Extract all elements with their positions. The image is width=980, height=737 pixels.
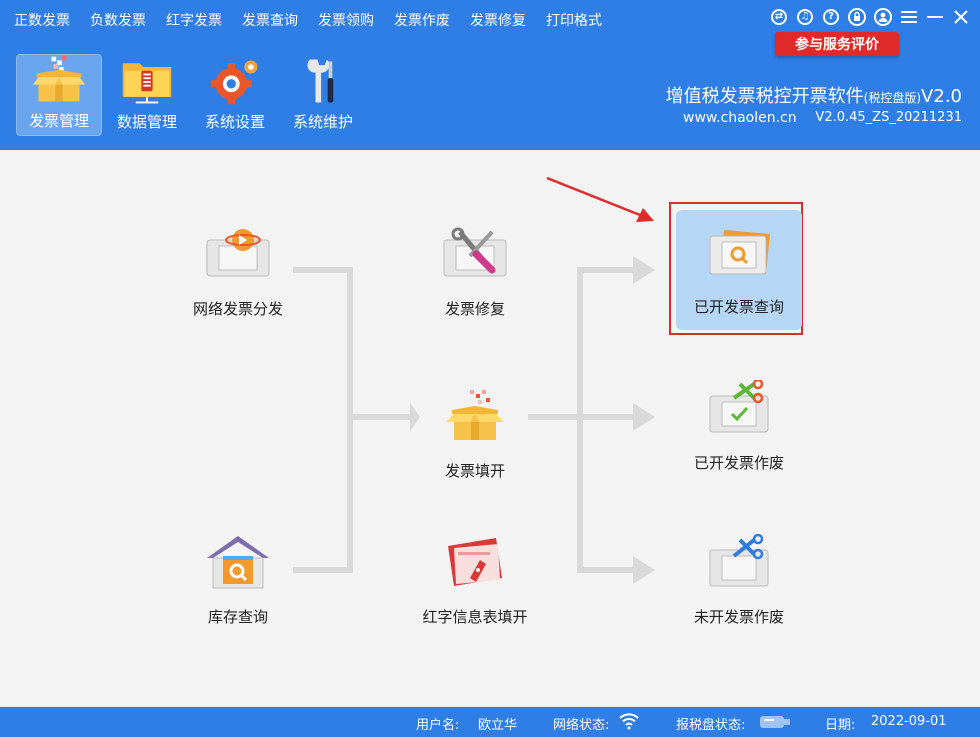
- scissors-check-icon: [704, 378, 774, 438]
- app-header: 正数发票 负数发票 红字发票 发票查询 发票领购 发票作废 发票修复 打印格式 …: [0, 0, 980, 150]
- tax-disk-status-label: 报税盘状态:: [676, 718, 746, 733]
- network-status-label: 网络状态:: [553, 718, 610, 733]
- menu-print-format[interactable]: 打印格式: [546, 10, 602, 30]
- function-red-info-fill[interactable]: 红字信息表填开: [412, 520, 538, 640]
- service-evaluation-button[interactable]: 参与服务评价: [775, 32, 899, 56]
- toolbar-system-maintenance[interactable]: 系统维护: [280, 54, 366, 136]
- menu-negative-invoice[interactable]: 负数发票: [90, 10, 146, 30]
- tax-disk-icon: [759, 714, 791, 734]
- menu-bar: 正数发票 负数发票 红字发票 发票查询 发票领购 发票作废 发票修复 打印格式: [0, 0, 622, 40]
- menu-invoice-void[interactable]: 发票作废: [394, 10, 450, 30]
- close-icon[interactable]: [952, 8, 970, 26]
- function-unissued-invoice-void[interactable]: 未开发票作废: [676, 520, 802, 640]
- status-bar: 用户名: 欧立华 网络状态: 报税盘状态: 日期: 2022-09-01: [0, 707, 980, 737]
- menu-red-invoice[interactable]: 红字发票: [166, 10, 222, 30]
- function-issued-invoice-void[interactable]: 已开发票作废: [676, 366, 802, 486]
- app-title: 增值税发票税控开票软件(税控盘版)V2.0: [665, 86, 962, 107]
- window-controls: ⇄ ♫ ?: [762, 8, 970, 26]
- lock-icon[interactable]: [848, 8, 866, 26]
- function-issued-invoice-query[interactable]: 已开发票查询: [676, 210, 802, 330]
- user-name-label: 用户名:: [416, 718, 460, 733]
- toolbar-data-management[interactable]: 数据管理: [104, 54, 190, 136]
- headset-icon[interactable]: ♫: [796, 8, 814, 26]
- tools-icon: [295, 55, 351, 107]
- app-website: www.chaolen.cn: [683, 110, 797, 126]
- function-invoice-repair[interactable]: 发票修复: [412, 212, 538, 332]
- date-label: 日期:: [825, 718, 856, 733]
- warehouse-search-icon: [203, 532, 273, 592]
- menu-invoice-purchase[interactable]: 发票领购: [318, 10, 374, 30]
- open-box-icon: [440, 386, 510, 446]
- transfer-icon[interactable]: ⇄: [770, 8, 788, 26]
- invoice-search-icon: [704, 222, 774, 282]
- minimize-icon[interactable]: [926, 8, 944, 26]
- main-toolbar: 发票管理 数据管理 系统设置 系统维护: [16, 54, 368, 136]
- main-flow-panel: 网络发票分发 库存查询 发票修复 发票填开 红字信息表填开 已开发票查询 已开发…: [0, 150, 980, 707]
- function-inventory-query[interactable]: 库存查询: [175, 520, 301, 640]
- menu-icon[interactable]: [900, 8, 918, 26]
- user-name-value: 欧立华: [478, 718, 518, 733]
- app-version: V2.0.45_ZS_20211231: [815, 110, 962, 125]
- gear-icon: [207, 55, 263, 107]
- folder-icon: [119, 55, 175, 107]
- function-network-distribute[interactable]: 网络发票分发: [175, 212, 301, 332]
- help-icon[interactable]: ?: [822, 8, 840, 26]
- menu-positive-invoice[interactable]: 正数发票: [14, 10, 70, 30]
- wifi-icon: [619, 712, 639, 734]
- network-share-icon: [203, 224, 273, 284]
- menu-invoice-query[interactable]: 发票查询: [242, 10, 298, 30]
- menu-invoice-repair[interactable]: 发票修复: [470, 10, 526, 30]
- toolbar-invoice-management[interactable]: 发票管理: [16, 54, 102, 136]
- date-value: 2022-09-01: [871, 714, 947, 729]
- wrench-icon: [440, 224, 510, 284]
- toolbar-system-settings[interactable]: 系统设置: [192, 54, 278, 136]
- function-invoice-fill[interactable]: 发票填开: [412, 374, 538, 494]
- red-form-pen-icon: [440, 532, 510, 592]
- invoice-box-icon: [31, 54, 87, 106]
- user-icon[interactable]: [874, 8, 892, 26]
- scissors-icon: [704, 532, 774, 592]
